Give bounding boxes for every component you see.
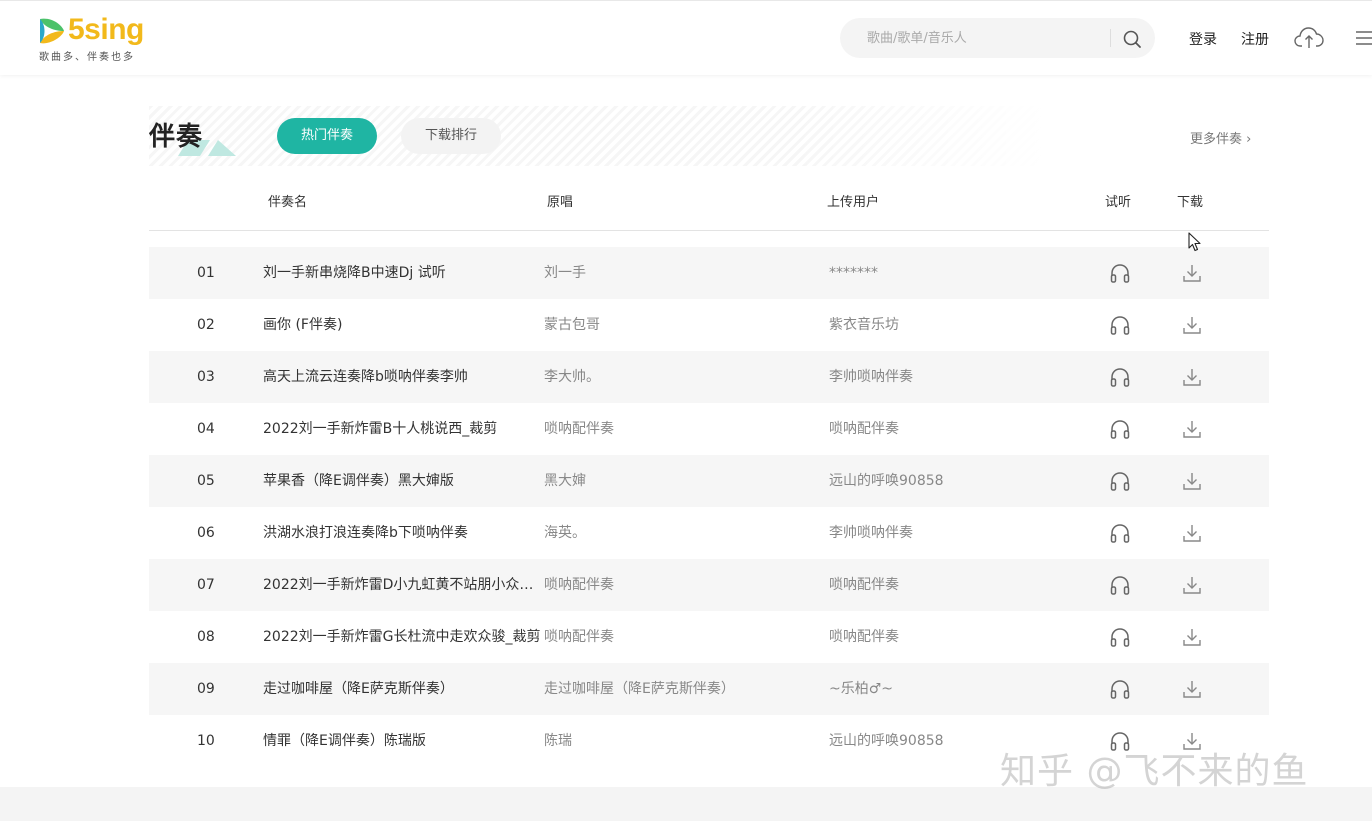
original-singer[interactable]: 蒙古包哥 bbox=[544, 316, 600, 334]
accompaniment-name[interactable]: 2022刘一手新炸雷D小九虹黄不站朋小众骏... bbox=[263, 576, 543, 594]
headphones-icon[interactable] bbox=[1109, 314, 1131, 336]
search-icon[interactable] bbox=[1121, 28, 1143, 50]
register-link[interactable]: 注册 bbox=[1241, 29, 1269, 49]
headphones-icon[interactable] bbox=[1109, 522, 1131, 544]
search-divider bbox=[1110, 29, 1111, 47]
original-singer[interactable]: 刘一手 bbox=[544, 264, 586, 282]
download-icon[interactable] bbox=[1181, 678, 1203, 700]
table-row[interactable]: 09 走过咖啡屋（降E萨克斯伴奏） 走过咖啡屋（降E萨克斯伴奏） ~乐柏♂~ bbox=[149, 663, 1269, 715]
row-number: 05 bbox=[197, 473, 215, 489]
row-number: 09 bbox=[197, 681, 215, 697]
original-singer[interactable]: 陈瑞 bbox=[544, 732, 572, 750]
uploader-name[interactable]: 远山的呼唤90858 bbox=[829, 472, 944, 490]
original-singer[interactable]: 黑大婶 bbox=[544, 472, 586, 490]
original-singer[interactable]: 唢呐配伴奏 bbox=[544, 420, 614, 438]
more-accompaniment-link[interactable]: 更多伴奏 › bbox=[1190, 128, 1251, 147]
original-singer[interactable]: 唢呐配伴奏 bbox=[544, 628, 614, 646]
original-singer[interactable]: 李大帅。 bbox=[544, 368, 600, 386]
table-row[interactable]: 02 画你 (F伴奏) 蒙古包哥 紫衣音乐坊 bbox=[149, 299, 1269, 351]
logo-wordmark: 5sing bbox=[68, 13, 144, 46]
uploader-name[interactable]: 远山的呼唤90858 bbox=[829, 732, 944, 750]
login-link[interactable]: 登录 bbox=[1189, 29, 1217, 49]
original-singer[interactable]: 走过咖啡屋（降E萨克斯伴奏） bbox=[544, 680, 735, 698]
row-number: 03 bbox=[197, 369, 215, 385]
row-number: 01 bbox=[197, 265, 215, 281]
header-uploader: 上传用户 bbox=[827, 195, 880, 210]
accompaniment-name[interactable]: 画你 (F伴奏) bbox=[263, 316, 543, 334]
uploader-name[interactable]: 李帅唢呐伴奏 bbox=[829, 524, 913, 542]
site-logo[interactable]: 5sing 歌曲多、伴奏也多 bbox=[38, 13, 148, 64]
row-number: 08 bbox=[197, 629, 215, 645]
accompaniment-name[interactable]: 苹果香（降E调伴奏）黑大婶版 bbox=[263, 472, 543, 490]
row-number: 10 bbox=[197, 733, 215, 749]
search-input[interactable] bbox=[840, 18, 1100, 58]
cloud-upload-icon[interactable] bbox=[1294, 25, 1324, 51]
table-row[interactable]: 01 刘一手新串烧降B中速Dj 试听 刘一手 ******* bbox=[149, 247, 1269, 299]
header-download: 下载 bbox=[1177, 195, 1204, 210]
uploader-name[interactable]: 唢呐配伴奏 bbox=[829, 628, 899, 646]
headphones-icon[interactable] bbox=[1109, 626, 1131, 648]
row-number: 06 bbox=[197, 525, 215, 541]
download-icon[interactable] bbox=[1181, 574, 1203, 596]
uploader-name[interactable]: 李帅唢呐伴奏 bbox=[829, 368, 913, 386]
table-row[interactable]: 03 高天上流云连奏降b唢呐伴奏李帅 李大帅。 李帅唢呐伴奏 bbox=[149, 351, 1269, 403]
uploader-name[interactable]: 唢呐配伴奏 bbox=[829, 576, 899, 594]
menu-icon[interactable] bbox=[1354, 28, 1372, 48]
mouse-cursor-icon bbox=[1188, 232, 1201, 252]
headphones-icon[interactable] bbox=[1109, 470, 1131, 492]
headphones-icon[interactable] bbox=[1109, 262, 1131, 284]
uploader-name[interactable]: ******* bbox=[829, 264, 878, 282]
accompaniment-name[interactable]: 2022刘一手新炸雷G长杜流中走欢众骏_裁剪 bbox=[263, 628, 543, 646]
search-box bbox=[840, 18, 1155, 58]
logo-leaf-icon bbox=[40, 18, 64, 44]
top-header: 5sing 歌曲多、伴奏也多 登录 注册 bbox=[0, 0, 1372, 75]
download-icon[interactable] bbox=[1181, 366, 1203, 388]
download-icon[interactable] bbox=[1181, 314, 1203, 336]
download-icon[interactable] bbox=[1181, 522, 1203, 544]
original-singer[interactable]: 海英。 bbox=[544, 524, 586, 542]
accompaniment-name[interactable]: 洪湖水浪打浪连奏降b下唢呐伴奏 bbox=[263, 524, 543, 542]
logo-tagline: 歌曲多、伴奏也多 bbox=[39, 52, 135, 63]
headphones-icon[interactable] bbox=[1109, 418, 1131, 440]
row-number: 04 bbox=[197, 421, 215, 437]
header-singer: 原唱 bbox=[547, 195, 574, 210]
header-listen: 试听 bbox=[1105, 195, 1132, 210]
download-icon[interactable] bbox=[1181, 626, 1203, 648]
original-singer[interactable]: 唢呐配伴奏 bbox=[544, 576, 614, 594]
uploader-name[interactable]: ~乐柏♂~ bbox=[829, 680, 893, 698]
accompaniment-name[interactable]: 走过咖啡屋（降E萨克斯伴奏） bbox=[263, 680, 543, 698]
accompaniment-name[interactable]: 2022刘一手新炸雷B十人桃说西_裁剪 bbox=[263, 420, 543, 438]
accompaniment-name[interactable]: 情罪（降E调伴奏）陈瑞版 bbox=[263, 732, 543, 750]
tab-download-ranking[interactable]: 下载排行 bbox=[401, 118, 501, 154]
download-icon[interactable] bbox=[1181, 418, 1203, 440]
table-row[interactable]: 05 苹果香（降E调伴奏）黑大婶版 黑大婶 远山的呼唤90858 bbox=[149, 455, 1269, 507]
headphones-icon[interactable] bbox=[1109, 574, 1131, 596]
table-row[interactable]: 06 洪湖水浪打浪连奏降b下唢呐伴奏 海英。 李帅唢呐伴奏 bbox=[149, 507, 1269, 559]
accompaniment-name[interactable]: 刘一手新串烧降B中速Dj 试听 bbox=[263, 264, 543, 282]
accompaniment-name[interactable]: 高天上流云连奏降b唢呐伴奏李帅 bbox=[263, 368, 543, 386]
table-row[interactable]: 07 2022刘一手新炸雷D小九虹黄不站朋小众骏... 唢呐配伴奏 唢呐配伴奏 bbox=[149, 559, 1269, 611]
watermark: 知乎 @飞不来的鱼 bbox=[1000, 751, 1309, 792]
uploader-name[interactable]: 紫衣音乐坊 bbox=[829, 316, 899, 334]
tab-hot-accompaniment[interactable]: 热门伴奏 bbox=[277, 118, 377, 154]
download-icon[interactable] bbox=[1181, 262, 1203, 284]
download-icon[interactable] bbox=[1181, 470, 1203, 492]
table-row[interactable]: 08 2022刘一手新炸雷G长杜流中走欢众骏_裁剪 唢呐配伴奏 唢呐配伴奏 bbox=[149, 611, 1269, 663]
table-row[interactable]: 04 2022刘一手新炸雷B十人桃说西_裁剪 唢呐配伴奏 唢呐配伴奏 bbox=[149, 403, 1269, 455]
uploader-name[interactable]: 唢呐配伴奏 bbox=[829, 420, 899, 438]
header-name: 伴奏名 bbox=[268, 195, 308, 210]
row-number: 02 bbox=[197, 317, 215, 333]
section-title: 伴奏 bbox=[149, 122, 204, 152]
headphones-icon[interactable] bbox=[1109, 366, 1131, 388]
table-header: 伴奏名 原唱 上传用户 试听 下载 bbox=[149, 170, 1269, 231]
headphones-icon[interactable] bbox=[1109, 678, 1131, 700]
row-number: 07 bbox=[197, 577, 215, 593]
